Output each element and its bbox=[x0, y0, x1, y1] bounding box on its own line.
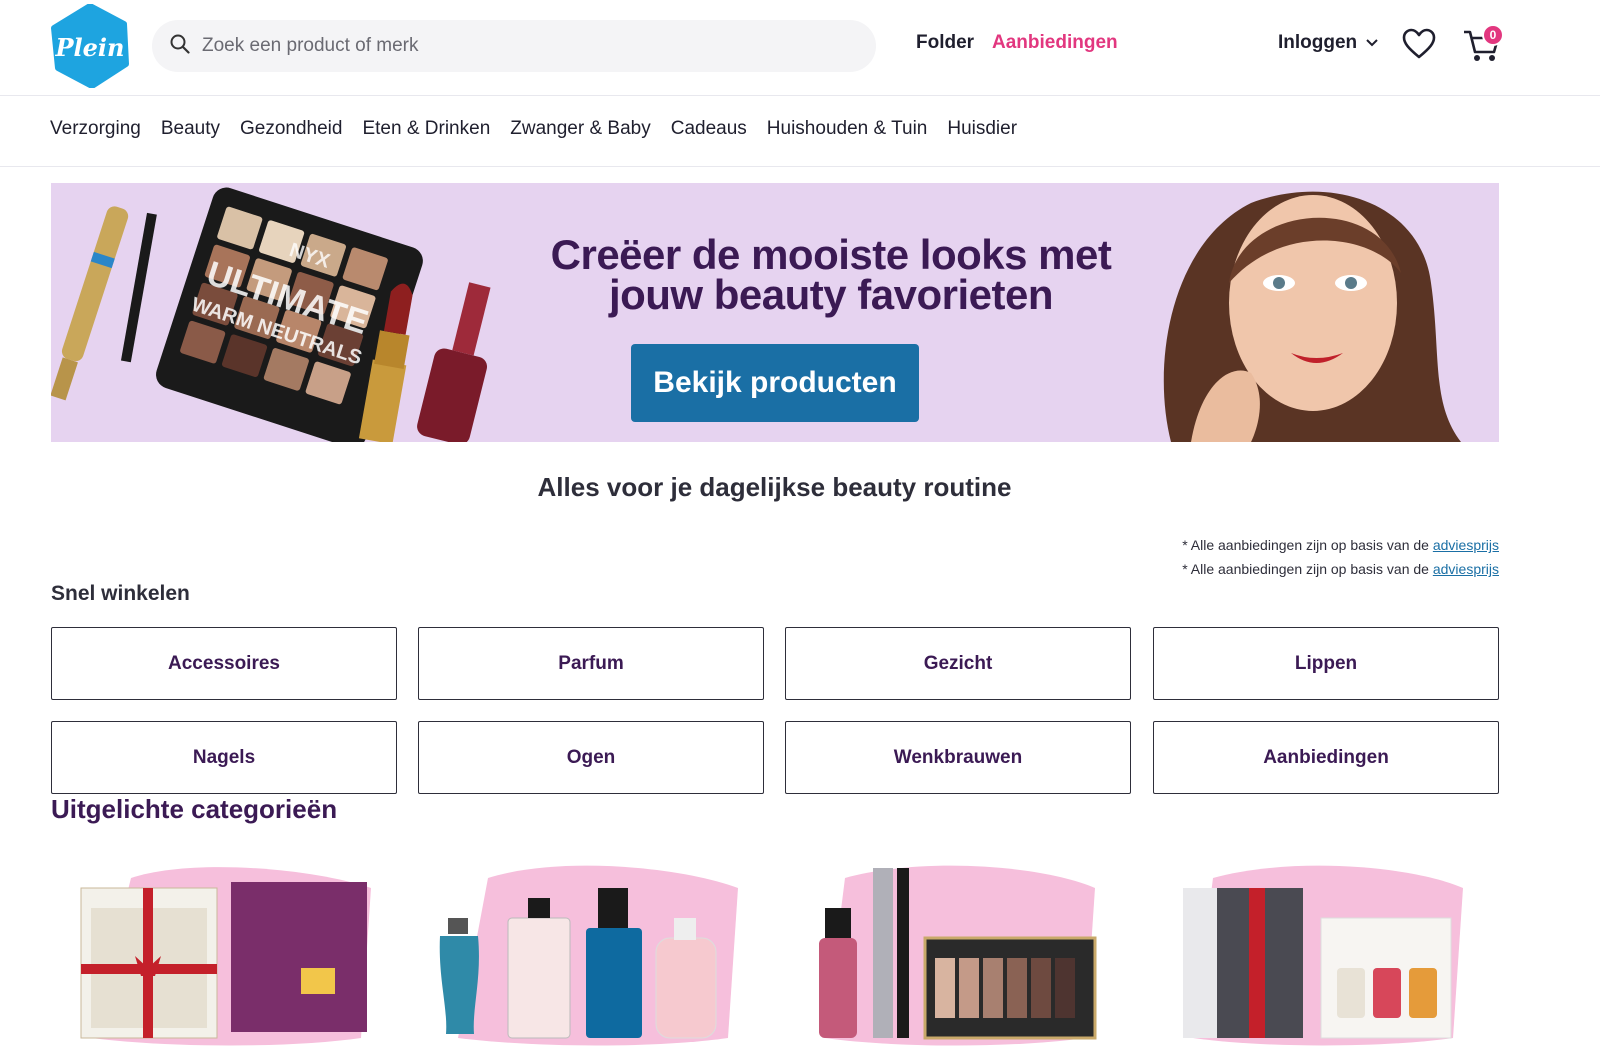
nav-item-cadeaus[interactable]: Cadeaus bbox=[671, 118, 747, 140]
quick-shop-title: Snel winkelen bbox=[51, 582, 190, 605]
makeup-products-image: NYX ULTIMATE WARM NEUTRALS bbox=[51, 183, 491, 442]
featured-categories-title: Uitgelichte categorieën bbox=[51, 794, 338, 824]
svg-text:Plein: Plein bbox=[55, 33, 125, 62]
nav-item-beauty[interactable]: Beauty bbox=[161, 118, 220, 140]
login-dropdown[interactable]: Inloggen bbox=[1278, 32, 1379, 54]
featured-category-makeup[interactable] bbox=[785, 848, 1131, 1048]
quick-shop-lippen[interactable]: Lippen bbox=[1153, 627, 1499, 700]
site-header: Plein Folder Aanbiedingen Inloggen 0 bbox=[0, 0, 1600, 96]
category-nav: Verzorging Beauty Gezondheid Eten & Drin… bbox=[0, 96, 1600, 167]
advisory-price-link[interactable]: adviesprijs bbox=[1433, 537, 1499, 553]
login-label: Inloggen bbox=[1278, 32, 1358, 53]
cart-count-badge: 0 bbox=[1482, 24, 1504, 46]
nav-item-huishouden-tuin[interactable]: Huishouden & Tuin bbox=[767, 118, 928, 140]
view-products-button[interactable]: Bekijk producten bbox=[631, 344, 919, 422]
folder-link[interactable]: Folder bbox=[916, 32, 974, 54]
plein-logo[interactable]: Plein bbox=[50, 3, 130, 89]
banner-title-line-1: Creëer de mooiste looks met bbox=[550, 231, 1112, 278]
price-disclaimer: * Alle aanbiedingen zijn op basis van de… bbox=[1182, 561, 1499, 577]
nav-item-huisdier[interactable]: Huisdier bbox=[947, 118, 1017, 140]
search-bar[interactable] bbox=[152, 20, 876, 72]
price-disclaimer: * Alle aanbiedingen zijn op basis van de… bbox=[1182, 537, 1499, 553]
section-heading: Alles voor je dagelijkse beauty routine bbox=[537, 472, 1012, 502]
disclaimer-text: * Alle aanbiedingen zijn op basis van de bbox=[1182, 537, 1429, 553]
nav-item-gezondheid[interactable]: Gezondheid bbox=[240, 118, 342, 140]
featured-category-perfume[interactable] bbox=[418, 848, 764, 1048]
advisory-price-link[interactable]: adviesprijs bbox=[1433, 561, 1499, 577]
quick-shop-wenkbrauwen[interactable]: Wenkbrauwen bbox=[785, 721, 1131, 794]
banner-title-line-2: jouw beauty favorieten bbox=[608, 271, 1054, 318]
quick-shop-aanbiedingen[interactable]: Aanbiedingen bbox=[1153, 721, 1499, 794]
wishlist-heart-icon[interactable] bbox=[1402, 28, 1436, 60]
deals-link[interactable]: Aanbiedingen bbox=[992, 32, 1118, 54]
promo-banner[interactable]: NYX ULTIMATE WARM NEUTRALS Creëer de moo… bbox=[51, 183, 1499, 442]
banner-title: Creëer de mooiste looks met jouw beauty … bbox=[481, 231, 1181, 318]
nav-item-zwanger-baby[interactable]: Zwanger & Baby bbox=[510, 118, 650, 140]
featured-category-gift-sets[interactable] bbox=[51, 848, 397, 1048]
quick-shop-gezicht[interactable]: Gezicht bbox=[785, 627, 1131, 700]
quick-shop-parfum[interactable]: Parfum bbox=[418, 627, 764, 700]
nav-item-eten-drinken[interactable]: Eten & Drinken bbox=[362, 118, 490, 140]
quick-shop-ogen[interactable]: Ogen bbox=[418, 721, 764, 794]
chevron-down-icon bbox=[1365, 32, 1379, 54]
disclaimer-text: * Alle aanbiedingen zijn op basis van de bbox=[1182, 561, 1429, 577]
search-icon bbox=[170, 34, 190, 59]
search-input[interactable] bbox=[202, 35, 822, 57]
quick-shop-accessoires[interactable]: Accessoires bbox=[51, 627, 397, 700]
nav-item-verzorging[interactable]: Verzorging bbox=[50, 118, 141, 140]
model-portrait-image bbox=[1131, 183, 1499, 442]
featured-category-wellness[interactable] bbox=[1153, 848, 1499, 1048]
quick-shop-nagels[interactable]: Nagels bbox=[51, 721, 397, 794]
